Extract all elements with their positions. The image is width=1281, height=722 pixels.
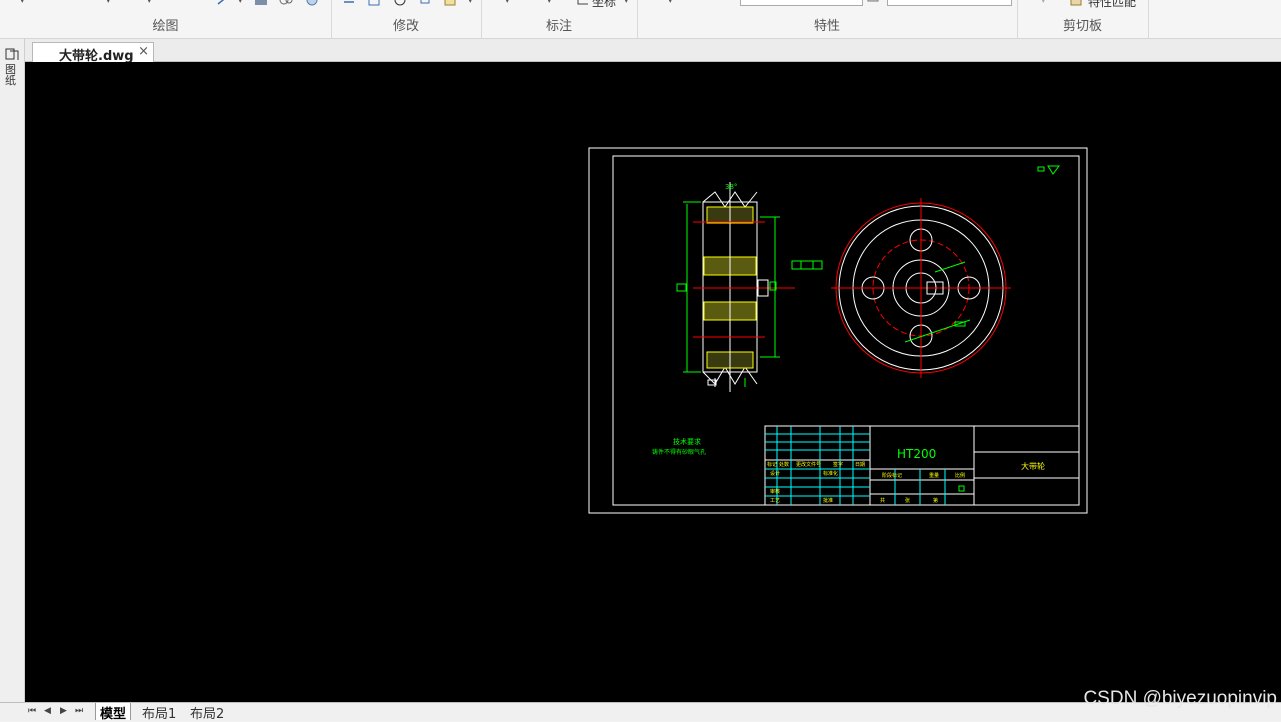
linetype-icon [867, 0, 879, 2]
dropdown-arrow-icon[interactable]: ▾ [147, 0, 152, 6]
front-view [831, 198, 1011, 378]
svg-text:批准: 批准 [823, 497, 833, 504]
tech-requirements-title: 技术要求 [673, 437, 701, 446]
ribbon-group-annotate: ▾ ▾ 坐标 ▾ 标注 [481, 0, 638, 38]
ribbon-group-draw: ▾ ▾ ▾ ▾ 绘图 [0, 0, 332, 38]
clock-icon[interactable] [393, 0, 407, 6]
line-tool-icon[interactable] [216, 0, 230, 6]
roughness-symbol [1037, 165, 1060, 175]
svg-text:标准化: 标准化 [823, 470, 838, 477]
ribbon-group-properties: ▾ 特性 [637, 0, 1018, 38]
svg-text:张: 张 [905, 497, 910, 504]
coordinate-icon[interactable] [576, 0, 590, 6]
boundary-icon[interactable] [305, 0, 319, 6]
tab-layout1[interactable]: 布局1 [142, 703, 176, 722]
document-tab[interactable]: 大带轮.dwg × [32, 42, 154, 64]
ribbon-group-label: 特性 [813, 19, 840, 34]
ribbon-group-clipboard: ▾ 特性匹配 剪切板 [1017, 0, 1149, 38]
watermark: CSDN @biyezuopinvip [1083, 688, 1277, 709]
ribbon-group-modify: ▾ 修改 [331, 0, 482, 38]
document-tab-bar [0, 39, 1281, 62]
dropdown-arrow-icon[interactable]: ▾ [468, 0, 473, 6]
svg-text:更改文件号: 更改文件号 [796, 461, 821, 468]
match-properties-label[interactable]: 特性匹配 [1088, 0, 1136, 10]
datum-box [791, 260, 823, 270]
taper-angle-label: 38° [725, 183, 737, 191]
dropdown-arrow-icon[interactable]: ▾ [547, 0, 552, 6]
color-select[interactable] [740, 0, 863, 6]
sheet-set-icon[interactable] [4, 47, 20, 61]
svg-text:重量: 重量 [929, 472, 939, 479]
tech-requirements-text: 铸件不得有砂眼气孔 [652, 448, 706, 456]
material-label: HT200 [897, 447, 936, 461]
part-name-label: 大带轮 [1021, 461, 1045, 471]
svg-text:阶段标记: 阶段标记 [882, 472, 902, 479]
ribbon-group-label: 绘图 [152, 19, 179, 34]
region-icon[interactable] [279, 0, 293, 6]
next-layout-icon[interactable]: ▶ [60, 706, 67, 716]
svg-text:比例: 比例 [955, 472, 965, 479]
ribbon-group-label: 剪切板 [1062, 19, 1102, 34]
svg-text:工艺: 工艺 [770, 498, 780, 504]
svg-text:签字: 签字 [833, 461, 843, 468]
drawing-canvas[interactable]: 38° 技术要求 铸件不得有砂眼气孔 HT200 大带轮 标记 处数 更改文件号… [25, 62, 1281, 702]
ribbon-group-label: 标注 [545, 19, 572, 34]
svg-text:共: 共 [880, 497, 885, 504]
align-icon[interactable] [341, 0, 355, 6]
hatch-icon[interactable] [254, 0, 268, 6]
cad-drawing: 38° 技术要求 铸件不得有砂眼气孔 HT200 大带轮 标记 处数 更改文件号… [588, 147, 1088, 514]
copy-icon[interactable] [419, 0, 433, 6]
close-tab-icon[interactable]: × [138, 44, 149, 59]
prev-layout-icon[interactable]: ◀ [44, 706, 51, 716]
svg-text:处数: 处数 [779, 461, 789, 468]
ribbon-group-label: 修改 [392, 19, 419, 34]
dropdown-arrow-icon[interactable]: ▾ [668, 0, 673, 6]
svg-text:日期: 日期 [855, 462, 865, 468]
coordinate-label[interactable]: 坐标 [592, 0, 616, 10]
stretch-icon[interactable] [367, 0, 381, 6]
svg-text:设计: 设计 [770, 470, 780, 477]
first-layout-icon[interactable]: ⏮ [28, 706, 36, 716]
dropdown-arrow-icon[interactable]: ▾ [106, 0, 111, 6]
tab-model[interactable]: 模型 [95, 703, 132, 722]
title-block-labels: 标记 处数 更改文件号 签字 日期 设计 标准化 审核 工艺 批准 阶段标记 重… [767, 461, 965, 504]
scale-box [958, 485, 965, 492]
left-palette-label[interactable]: 图纸 [5, 64, 19, 86]
match-properties-icon[interactable] [1070, 0, 1084, 6]
tab-layout2[interactable]: 布局2 [190, 703, 224, 722]
ribbon: ▾ ▾ ▾ ▾ 绘图 ▾ 修改 ▾ ▾ 坐标 ▾ 标注 ▾ 特性 ▾ 特性匹配 … [0, 0, 1281, 39]
dropdown-arrow-icon: ▾ [1041, 0, 1046, 6]
outer-frame [588, 147, 1088, 514]
last-layout-icon[interactable]: ⏭ [75, 706, 83, 716]
linetype-select[interactable] [887, 0, 1012, 6]
dropdown-arrow-icon[interactable]: ▾ [20, 0, 25, 6]
svg-text:标记: 标记 [767, 461, 777, 468]
left-palette: 图纸 [0, 39, 25, 720]
svg-text:审核: 审核 [770, 488, 780, 495]
dropdown-arrow-icon[interactable]: ▾ [238, 0, 243, 6]
edit-icon[interactable] [444, 0, 458, 6]
dropdown-arrow-icon[interactable]: ▾ [505, 0, 510, 6]
svg-text:第: 第 [933, 497, 938, 504]
section-view: 38° [676, 182, 795, 392]
dropdown-arrow-icon[interactable]: ▾ [624, 0, 629, 6]
